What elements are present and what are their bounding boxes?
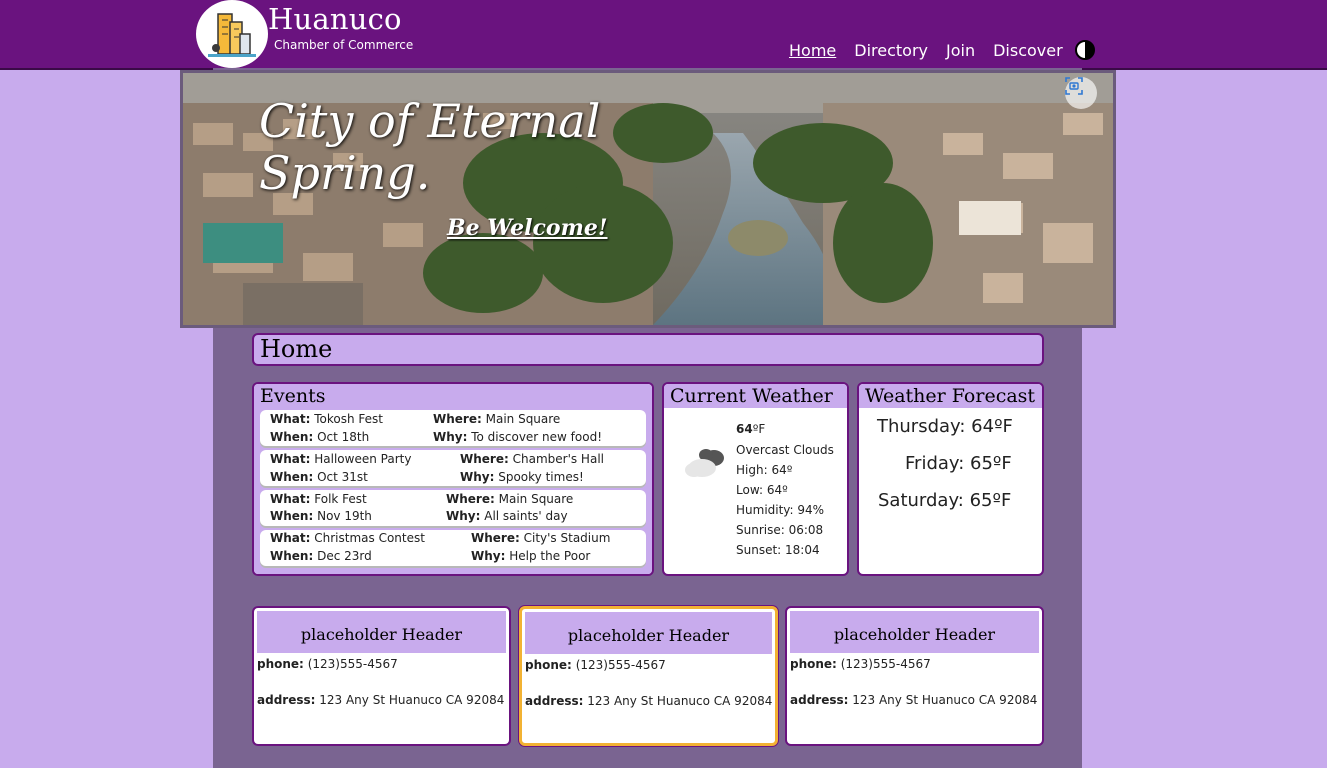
- events-heading: Events: [254, 384, 652, 408]
- page-title: Home: [252, 333, 1044, 366]
- event-what-label: What:: [270, 412, 311, 426]
- contrast-icon[interactable]: [1074, 40, 1095, 60]
- event-where-label: Where:: [446, 492, 495, 506]
- event-why-label: Why:: [433, 430, 468, 444]
- weather-high: High: 64º: [736, 463, 793, 477]
- event-item: What: Folk Fest When: Nov 19th Where: Ma…: [260, 490, 646, 526]
- business-header: placeholder Header: [525, 612, 772, 654]
- event-what: Folk Fest: [314, 492, 367, 506]
- address-label: address:: [790, 693, 849, 707]
- weather-unit: ºF: [752, 422, 766, 436]
- weather-humidity: Humidity: 94%: [736, 503, 825, 517]
- business-header: placeholder Header: [257, 611, 506, 653]
- event-where-label: Where:: [460, 452, 509, 466]
- hero-banner: City of Eternal Spring. Be Welcome!: [180, 70, 1116, 328]
- event-why-label: Why:: [471, 549, 506, 563]
- event-why-label: Why:: [446, 509, 481, 523]
- events-card: Events What: Tokosh Fest When: Oct 18th …: [252, 382, 654, 576]
- event-what: Tokosh Fest: [314, 412, 384, 426]
- current-weather-card: Current Weather 64ºF Overcast Clouds Hig…: [662, 382, 849, 576]
- event-why: To discover new food!: [471, 430, 603, 444]
- phone-label: phone:: [257, 657, 304, 671]
- nav-discover[interactable]: Discover: [993, 41, 1063, 60]
- business-address: 123 Any St Huanuco CA 92084: [852, 693, 1038, 707]
- business-card-featured[interactable]: placeholder Header phone: (123)555-4567 …: [519, 606, 778, 746]
- forecast-day: Thursday: 64ºF: [877, 416, 1013, 437]
- business-address: 123 Any St Huanuco CA 92084: [587, 694, 773, 708]
- business-phone: (123)555-4567: [307, 657, 398, 671]
- weather-heading: Current Weather: [664, 384, 847, 408]
- event-when: Nov 19th: [317, 509, 372, 523]
- event-what-label: What:: [270, 452, 311, 466]
- nav-directory[interactable]: Directory: [854, 41, 928, 60]
- weather-description: Overcast Clouds: [736, 443, 834, 457]
- event-what-label: What:: [270, 492, 311, 506]
- business-phone: (123)555-4567: [575, 658, 666, 672]
- address-label: address:: [257, 693, 316, 707]
- business-card[interactable]: placeholder Header phone: (123)555-4567 …: [252, 606, 511, 746]
- event-why: Spooky times!: [498, 470, 584, 484]
- event-item: What: Christmas Contest When: Dec 23rd W…: [260, 530, 646, 566]
- site-subtitle: Chamber of Commerce: [274, 38, 414, 52]
- forecast-day: Friday: 65ºF: [905, 453, 1012, 474]
- nav-home[interactable]: Home: [789, 41, 836, 60]
- event-where-label: Where:: [433, 412, 482, 426]
- event-what-label: What:: [270, 531, 311, 545]
- weather-temp: 64: [736, 422, 753, 436]
- hero-title: City of Eternal Spring.: [259, 94, 601, 200]
- phone-label: phone:: [790, 657, 837, 671]
- hero-welcome-link[interactable]: Be Welcome!: [447, 215, 608, 241]
- event-when-label: When:: [270, 509, 314, 523]
- event-what: Halloween Party: [314, 452, 412, 466]
- building-icon: [208, 13, 256, 57]
- event-when-label: When:: [270, 549, 314, 563]
- event-why-label: Why:: [460, 470, 495, 484]
- overcast-cloud-icon: [685, 449, 724, 477]
- event-what: Christmas Contest: [314, 531, 425, 545]
- event-item: What: Tokosh Fest When: Oct 18th Where: …: [260, 410, 646, 446]
- nav-join[interactable]: Join: [946, 41, 975, 60]
- event-when: Oct 18th: [317, 430, 370, 444]
- event-where-label: Where:: [471, 531, 520, 545]
- event-when: Oct 31st: [317, 470, 368, 484]
- business-phone: (123)555-4567: [840, 657, 931, 671]
- weather-sunset: Sunset: 18:04: [736, 543, 820, 557]
- business-address: 123 Any St Huanuco CA 92084: [319, 693, 505, 707]
- phone-label: phone:: [525, 658, 572, 672]
- event-item: What: Halloween Party When: Oct 31st Whe…: [260, 450, 646, 486]
- event-where: Main Square: [485, 412, 561, 426]
- weather-low: Low: 64º: [736, 483, 788, 497]
- event-when: Dec 23rd: [317, 549, 372, 563]
- event-why: Help the Poor: [509, 549, 591, 563]
- weather-sunrise: Sunrise: 06:08: [736, 523, 824, 537]
- chamber-logo[interactable]: [196, 0, 268, 68]
- event-when-label: When:: [270, 430, 314, 444]
- forecast-day: Saturday: 65ºF: [878, 490, 1012, 511]
- weather-body: 64ºF Overcast Clouds High: 64º Low: 64º …: [664, 408, 847, 574]
- event-why: All saints' day: [484, 509, 568, 523]
- weather-forecast-card: Weather Forecast Thursday: 64ºF Friday: …: [857, 382, 1044, 576]
- address-label: address:: [525, 694, 584, 708]
- event-when-label: When:: [270, 470, 314, 484]
- event-where: City's Stadium: [523, 531, 611, 545]
- event-where: Chamber's Hall: [512, 452, 604, 466]
- business-card[interactable]: placeholder Header phone: (123)555-4567 …: [785, 606, 1044, 746]
- forecast-body: Thursday: 64ºF Friday: 65ºF Saturday: 65…: [859, 408, 1042, 574]
- events-list: What: Tokosh Fest When: Oct 18th Where: …: [254, 408, 652, 574]
- camera-search-icon[interactable]: [1065, 77, 1097, 109]
- business-header: placeholder Header: [790, 611, 1039, 653]
- event-where: Main Square: [498, 492, 574, 506]
- site-header: Huanuco Chamber of Commerce Home Directo…: [0, 0, 1327, 70]
- forecast-heading: Weather Forecast: [859, 384, 1042, 408]
- main-nav: Home Directory Join Discover: [789, 40, 1095, 60]
- site-title: Huanuco: [268, 2, 402, 36]
